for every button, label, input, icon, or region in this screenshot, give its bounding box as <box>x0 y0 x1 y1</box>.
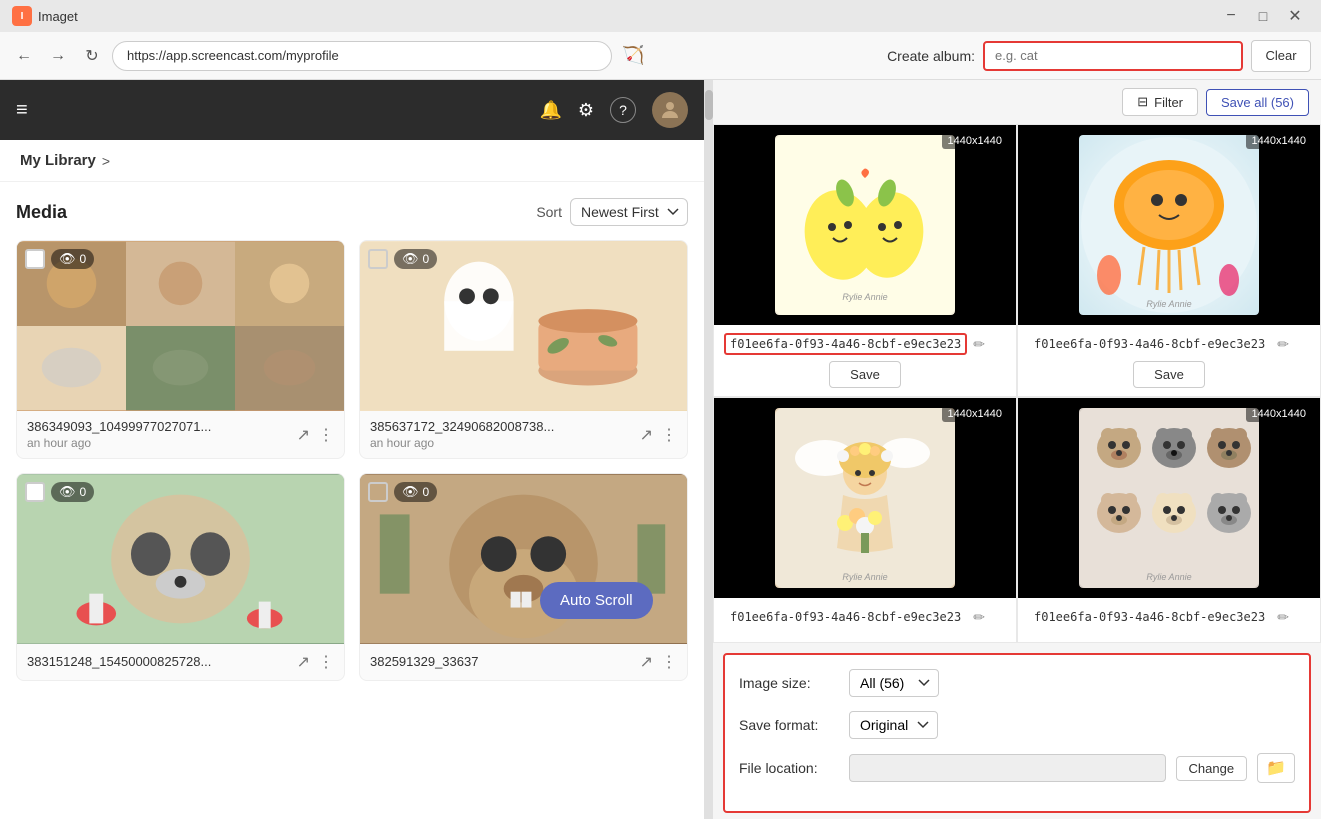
result-card: 1440x1440 <box>1017 397 1321 643</box>
card-checkbox[interactable] <box>25 249 45 269</box>
address-bar[interactable] <box>112 41 612 71</box>
eye-icon: 👁 <box>402 484 419 500</box>
media-card[interactable]: 👁 0 382591329_33637 ↗ ⋮ <box>359 473 688 681</box>
media-card[interactable]: 👁 0 386349093_10499977027071... an hour … <box>16 240 345 459</box>
svg-text:Rylie Annie: Rylie Annie <box>842 572 887 582</box>
result-dimension-badge: 1440x1440 <box>942 133 1008 149</box>
card-views-badge: 👁 0 <box>394 482 437 502</box>
card-view-count: 0 <box>423 252 430 266</box>
media-card-name: 383151248_15450000825728... <box>27 654 211 669</box>
card-views-badge: 👁 0 <box>51 249 94 269</box>
media-card[interactable]: 👁 0 383151248_15450000825728... ↗ ⋮ <box>16 473 345 681</box>
help-btn[interactable]: ? <box>610 97 636 123</box>
result-edit-btn[interactable]: ✏ <box>973 336 985 353</box>
eye-icon: 👁 <box>59 251 76 267</box>
card-share-btn[interactable]: ↗ <box>297 425 310 445</box>
browser-action-btn[interactable]: 🏹 <box>618 41 648 70</box>
save-format-select[interactable]: Original JPEG PNG WEBP <box>849 711 938 739</box>
card-view-count: 0 <box>80 485 87 499</box>
media-card-time: an hour ago <box>27 436 211 450</box>
result-save-btn[interactable]: Save <box>1133 361 1205 388</box>
filter-btn[interactable]: ⊟ Filter <box>1122 88 1198 116</box>
app-title: Imaget <box>38 9 78 24</box>
settings-btn[interactable]: ⚙ <box>578 100 594 121</box>
media-card-name: 385637172_32490682008738... <box>370 419 554 434</box>
card-share-btn[interactable]: ↗ <box>640 652 653 672</box>
eye-icon: 👁 <box>59 484 76 500</box>
card-checkbox[interactable] <box>25 482 45 502</box>
breadcrumb: My Library > <box>0 140 704 182</box>
change-btn[interactable]: Change <box>1176 756 1248 781</box>
filter-icon: ⊟ <box>1137 94 1148 110</box>
forward-btn[interactable]: → <box>44 42 72 70</box>
svg-text:Rylie Annie: Rylie Annie <box>1146 299 1191 309</box>
card-checkbox[interactable] <box>368 482 388 502</box>
back-btn[interactable]: ← <box>10 42 38 70</box>
results-grid: 1440x1440 <box>713 124 1321 643</box>
right-panel: ⊟ Filter Save all (56) 1440x1440 <box>713 80 1321 819</box>
result-uuid: f01ee6fa-0f93-4a46-8cbf-e9ec3e23 <box>724 333 967 355</box>
card-more-btn[interactable]: ⋮ <box>318 652 334 672</box>
result-card: 1440x1440 <box>713 124 1017 397</box>
result-save-btn[interactable]: Save <box>829 361 901 388</box>
result-uuid: f01ee6fa-0f93-4a46-8cbf-e9ec3e23 <box>1028 333 1271 355</box>
breadcrumb-chevron: > <box>102 153 110 169</box>
image-size-select[interactable]: All (56) Large Medium Small <box>849 669 939 697</box>
card-view-count: 0 <box>80 252 87 266</box>
media-card-time: an hour ago <box>370 436 554 450</box>
file-location-input[interactable] <box>849 754 1166 782</box>
result-card: 1440x1440 <box>713 397 1017 643</box>
card-more-btn[interactable]: ⋮ <box>318 425 334 445</box>
result-edit-btn[interactable]: ✏ <box>1277 336 1289 353</box>
sort-select[interactable]: Newest First Oldest First Name A-Z Name … <box>570 198 688 226</box>
card-view-count: 0 <box>423 485 430 499</box>
media-title: Media <box>16 202 67 223</box>
notifications-btn[interactable]: 🔔 <box>539 100 561 121</box>
media-card-name: 382591329_33637 <box>370 654 478 669</box>
media-card-name: 386349093_10499977027071... <box>27 419 211 434</box>
image-size-label: Image size: <box>739 675 839 691</box>
card-share-btn[interactable]: ↗ <box>640 425 653 445</box>
svg-text:Rylie Annie: Rylie Annie <box>1146 572 1191 582</box>
app-logo: I Imaget <box>12 6 78 26</box>
refresh-btn[interactable]: ↻ <box>78 42 106 70</box>
auto-scroll-btn[interactable]: Auto Scroll <box>540 582 653 619</box>
folder-btn[interactable]: 📁 <box>1257 753 1295 783</box>
result-card: 1440x1440 <box>1017 124 1321 397</box>
result-dimension-badge: 1440x1440 <box>942 406 1008 422</box>
hamburger-menu-btn[interactable]: ≡ <box>16 99 28 122</box>
card-checkbox[interactable] <box>368 249 388 269</box>
avatar[interactable] <box>652 92 688 128</box>
window-maximize-btn[interactable]: □ <box>1249 2 1277 30</box>
result-dimension-badge: 1440x1440 <box>1246 133 1312 149</box>
window-close-btn[interactable]: ✕ <box>1281 2 1309 30</box>
save-all-btn[interactable]: Save all (56) <box>1206 89 1309 116</box>
card-views-badge: 👁 0 <box>394 249 437 269</box>
card-share-btn[interactable]: ↗ <box>297 652 310 672</box>
bottom-settings-panel: Image size: All (56) Large Medium Small … <box>723 653 1311 813</box>
result-dimension-badge: 1440x1440 <box>1246 406 1312 422</box>
card-more-btn[interactable]: ⋮ <box>661 652 677 672</box>
create-album-label: Create album: <box>887 48 975 64</box>
file-location-label: File location: <box>739 760 839 776</box>
card-more-btn[interactable]: ⋮ <box>661 425 677 445</box>
media-card[interactable]: 👁 0 385637172_32490682008738... an hour … <box>359 240 688 459</box>
svg-text:Rylie Annie: Rylie Annie <box>842 292 887 302</box>
result-edit-btn[interactable]: ✏ <box>973 609 985 626</box>
card-views-badge: 👁 0 <box>51 482 94 502</box>
breadcrumb-link[interactable]: My Library <box>20 152 96 169</box>
window-minimize-btn[interactable]: − <box>1217 2 1245 30</box>
eye-icon: 👁 <box>402 251 419 267</box>
result-uuid: f01ee6fa-0f93-4a46-8cbf-e9ec3e23 <box>1028 606 1271 628</box>
result-edit-btn[interactable]: ✏ <box>1277 609 1289 626</box>
save-format-label: Save format: <box>739 717 839 733</box>
clear-button[interactable]: Clear <box>1251 40 1311 72</box>
create-album-input[interactable] <box>983 41 1243 71</box>
sort-label: Sort <box>536 204 562 220</box>
result-uuid: f01ee6fa-0f93-4a46-8cbf-e9ec3e23 <box>724 606 967 628</box>
